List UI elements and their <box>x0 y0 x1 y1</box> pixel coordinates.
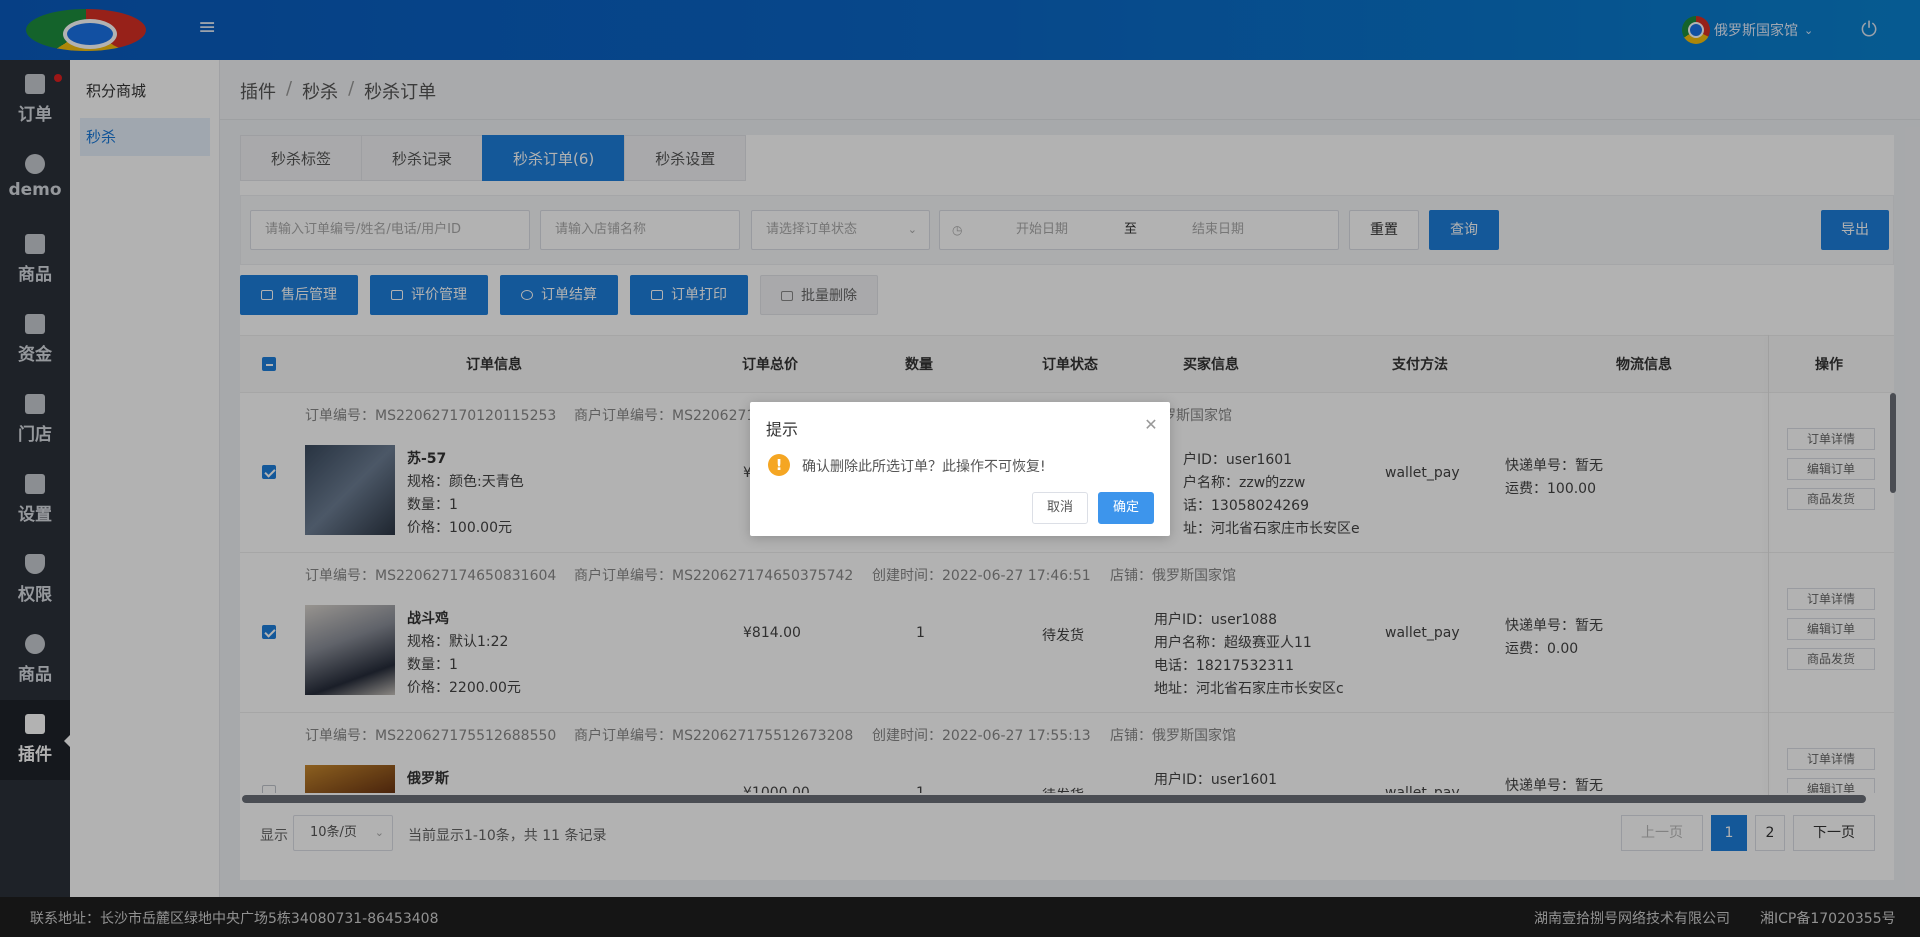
confirm-dialog: 提示 ✕ ! 确认删除此所选订单？此操作不可恢复! 取消 确定 <box>750 402 1170 536</box>
dialog-message: 确认删除此所选订单？此操作不可恢复! <box>802 459 1046 475</box>
confirm-button[interactable]: 确定 <box>1098 492 1154 524</box>
dialog-title: 提示 <box>766 420 799 439</box>
cancel-button[interactable]: 取消 <box>1032 492 1088 524</box>
close-icon[interactable]: ✕ <box>1144 417 1158 433</box>
warning-icon: ! <box>768 454 790 476</box>
